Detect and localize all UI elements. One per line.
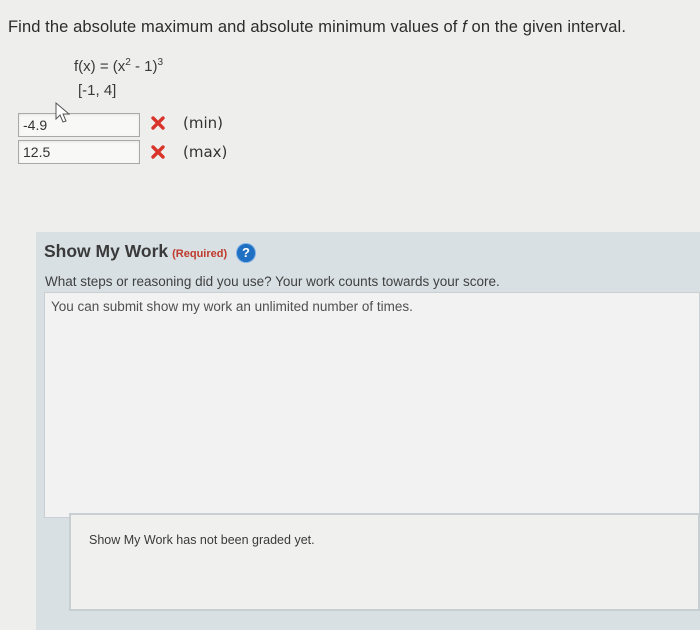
interval: [-1, 4] (78, 82, 117, 99)
question-text: Find the absolute maximum and absolute m… (8, 18, 698, 37)
help-icon[interactable]: ? (237, 244, 255, 262)
max-label: (max) (183, 143, 228, 161)
incorrect-x-icon (151, 145, 165, 159)
function-exponent-2: 3 (157, 57, 164, 68)
function-mid: - 1) (130, 58, 158, 75)
show-my-work-textarea[interactable]: You can submit show my work an unlimited… (44, 292, 700, 518)
mouse-cursor-icon (55, 102, 71, 123)
textarea-placeholder: You can submit show my work an unlimited… (51, 299, 413, 314)
incorrect-x-icon (151, 116, 165, 130)
show-my-work-heading: Show My Work (44, 241, 169, 261)
function-expression: f(x) = (x2 - 1)3 (74, 57, 163, 75)
graded-status-box: Show My Work has not been graded yet. (69, 513, 700, 611)
min-answer-input[interactable]: -4.9 (18, 113, 140, 137)
question-suffix: on the given interval. (466, 18, 627, 36)
function-lhs: f(x) = (x (74, 58, 126, 75)
required-badge: (Required) (172, 248, 228, 260)
min-label: (min) (183, 114, 223, 132)
show-my-work-title: Show My Work (Required) (44, 241, 227, 262)
graded-status-text: Show My Work has not been graded yet. (89, 533, 315, 547)
show-my-work-description: What steps or reasoning did you use? You… (45, 274, 500, 289)
max-answer-input[interactable]: 12.5 (18, 140, 140, 164)
show-my-work-panel: Show My Work (Required) ? What steps or r… (36, 232, 700, 630)
question-prefix: Find the absolute maximum and absolute m… (8, 18, 463, 36)
